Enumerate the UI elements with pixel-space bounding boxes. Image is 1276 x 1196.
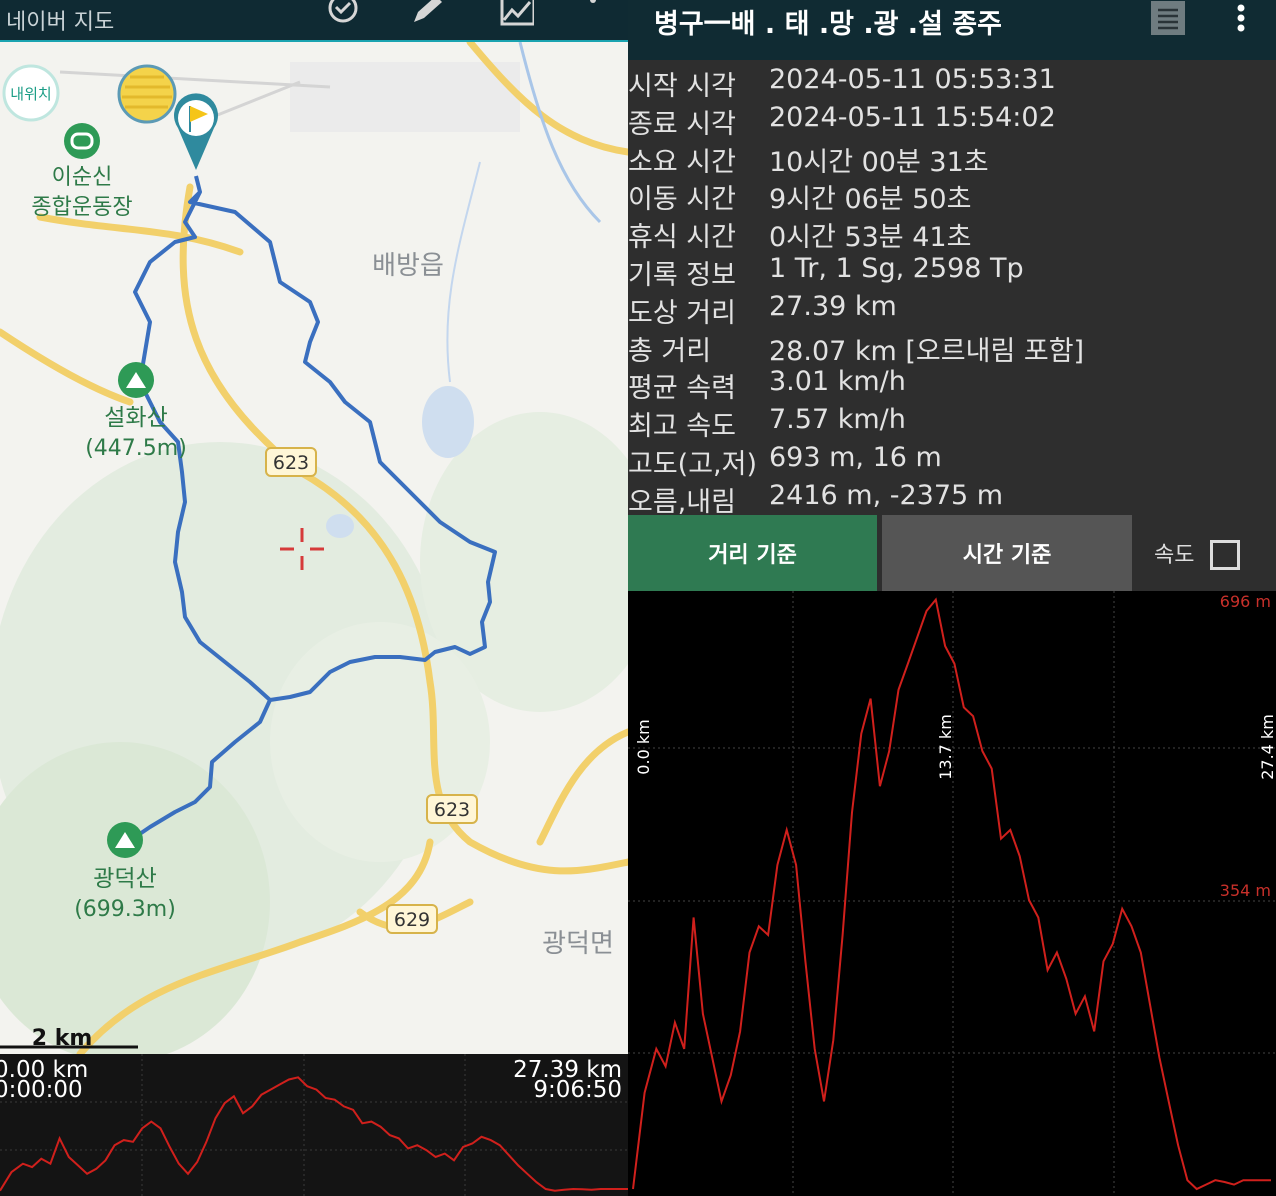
pencil-icon[interactable] <box>410 0 444 28</box>
mini-start-time: 0:00:00 <box>0 1077 83 1103</box>
peak-gwangdeok-name: 광덕산 <box>93 866 156 892</box>
svg-text:623: 623 <box>273 452 309 474</box>
svg-text:2 km: 2 km <box>32 1026 93 1051</box>
road-badge: 623 <box>265 447 317 477</box>
stat-label: 시작 시각 <box>628 71 736 102</box>
stat-row: 기록 정보 1 Tr, 1 Sg, 2598 Tp <box>628 251 1276 291</box>
speed-checkbox[interactable] <box>1210 540 1240 570</box>
map-top-bar: 네이버 지도 <box>0 0 628 42</box>
peak-gwangdeok-elev: (699.3m) <box>74 897 176 922</box>
stat-label: 이동 시간 <box>628 184 736 216</box>
list-view-icon[interactable] <box>1148 0 1188 36</box>
stat-row: 평균 속력 3.01 km/h <box>628 364 1276 405</box>
peak-seolhwa-name: 설화산 <box>104 405 167 431</box>
stat-label: 총 거리 <box>628 335 712 367</box>
stat-row: 종료 시각 2024-05-11 15:54:02 <box>628 100 1276 140</box>
x-tick-label: 0.0 km <box>634 719 653 774</box>
chart-grid <box>628 591 1276 1196</box>
tab-distance-basis[interactable]: 거리 기준 <box>628 515 877 591</box>
profile-mode-tabs: 거리 기준 시간 기준 속도 <box>628 515 1276 591</box>
stat-row: 오름,내림 2416 m, -2375 m <box>628 478 1276 518</box>
stat-row: 시작 시각 2024-05-11 05:53:31 <box>628 62 1276 102</box>
stat-value: 1 Tr, 1 Sg, 2598 Tp <box>769 252 1024 284</box>
town-label-baebang: 배방읍 <box>372 251 444 281</box>
map-app-title: 네이버 지도 <box>6 10 115 35</box>
elevation-series-line <box>632 597 1271 1191</box>
chart-frame-icon[interactable] <box>500 0 534 28</box>
my-location-button[interactable]: 내위치 <box>2 64 60 122</box>
elevation-chart[interactable]: 696 m 354 m 0.0 km 13.7 km 27.4 km <box>628 591 1276 1196</box>
x-tick-label: 27.4 km <box>1258 714 1276 780</box>
stats-panel: 병구一배 . 태 .망 .광 .설 종주 시작 시각 2024-05-11 05:… <box>628 0 1276 1196</box>
stat-label: 소요 시간 <box>628 146 736 178</box>
mini-end-time: 9:06:50 <box>533 1077 622 1103</box>
stat-row: 도상 거리 27.39 km <box>628 289 1276 329</box>
stadium-icon <box>64 123 100 159</box>
svg-text:629: 629 <box>394 909 430 931</box>
y-tick-label: 354 m <box>1220 881 1271 900</box>
stat-row: 고도(고,저) 693 m, 16 m <box>628 440 1276 480</box>
stat-value: 7.57 km/h <box>769 404 906 436</box>
map-panel: 네이버 지도 내위치 이순신 종합운동장 배방읍 광덕면 설화산 (447.5m… <box>0 0 628 1196</box>
svg-text:623: 623 <box>434 799 470 821</box>
road-badge: 629 <box>386 904 438 934</box>
stat-value: 693 m, 16 m <box>769 441 942 473</box>
stat-value: 10시간 00분 31초 <box>769 146 989 178</box>
stat-label: 기록 정보 <box>628 259 736 291</box>
speed-checkbox-label: 속도 <box>1154 543 1195 568</box>
stat-value: 2024-05-11 05:53:31 <box>769 64 1056 95</box>
y-tick-label: 696 m <box>1220 592 1271 611</box>
stat-label: 오름,내림 <box>628 486 736 518</box>
stat-row: 총 거리 28.07 km [오르내림 포함] <box>628 327 1276 367</box>
stat-label: 종료 시각 <box>628 108 736 140</box>
stat-value: 0시간 53분 41초 <box>769 222 972 254</box>
road-badge: 623 <box>426 794 478 824</box>
svg-text:내위치: 내위치 <box>10 85 51 103</box>
stadium-label-2: 종합운동장 <box>31 195 132 220</box>
stat-value: 3.01 km/h <box>769 366 906 398</box>
more-vert-icon[interactable] <box>1232 2 1250 36</box>
x-tick-label: 13.7 km <box>936 714 955 780</box>
stats-top-bar: 병구一배 . 태 .망 .광 .설 종주 <box>628 0 1276 60</box>
tab-time-basis[interactable]: 시간 기준 <box>882 515 1132 591</box>
mountain-icon <box>118 362 154 398</box>
stat-label: 휴식 시간 <box>628 222 736 254</box>
elevation-chart-svg: 696 m 354 m 0.0 km 13.7 km 27.4 km <box>628 591 1276 1196</box>
stat-value: 2024-05-11 15:54:02 <box>769 101 1056 133</box>
check-circle-icon[interactable] <box>326 0 360 28</box>
start-marker <box>117 64 177 124</box>
more-vert-icon[interactable] <box>586 0 600 28</box>
stat-value: 28.07 km [오르내림 포함] <box>769 335 1085 367</box>
stat-label: 도상 거리 <box>628 297 736 329</box>
stat-row: 이동 시간 9시간 06분 50초 <box>628 175 1276 216</box>
mini-elevation-profile[interactable]: 0.00 km 0:00:00 27.39 km 9:06:50 <box>0 1054 628 1196</box>
stadium-label-1: 이순신 <box>52 165 113 190</box>
mountain-icon <box>107 822 143 858</box>
stat-value: 27.39 km <box>769 290 897 322</box>
stat-label: 최고 속도 <box>628 411 736 443</box>
map-canvas[interactable]: 내위치 이순신 종합운동장 배방읍 광덕면 설화산 (447.5m) 광덕산 (… <box>0 42 628 1054</box>
stat-row: 소요 시간 10시간 00분 31초 <box>628 138 1276 178</box>
stat-label: 고도(고,저) <box>628 448 758 480</box>
peak-seolhwa-elev: (447.5m) <box>85 436 187 461</box>
stat-value: 9시간 06분 50초 <box>769 184 972 216</box>
stat-row: 최고 속도 7.57 km/h <box>628 402 1276 443</box>
town-label-gwangdeok: 광덕면 <box>542 929 614 959</box>
stat-row: 휴식 시간 0시간 53분 41초 <box>628 213 1276 254</box>
stat-value: 2416 m, -2375 m <box>769 479 1004 511</box>
stats-list: 시작 시각 2024-05-11 05:53:31 종료 시각 2024-05-11… <box>628 62 1276 518</box>
stat-label: 평균 속력 <box>628 373 736 405</box>
track-title: 병구一배 . 태 .망 .광 .설 종주 <box>654 9 1002 40</box>
